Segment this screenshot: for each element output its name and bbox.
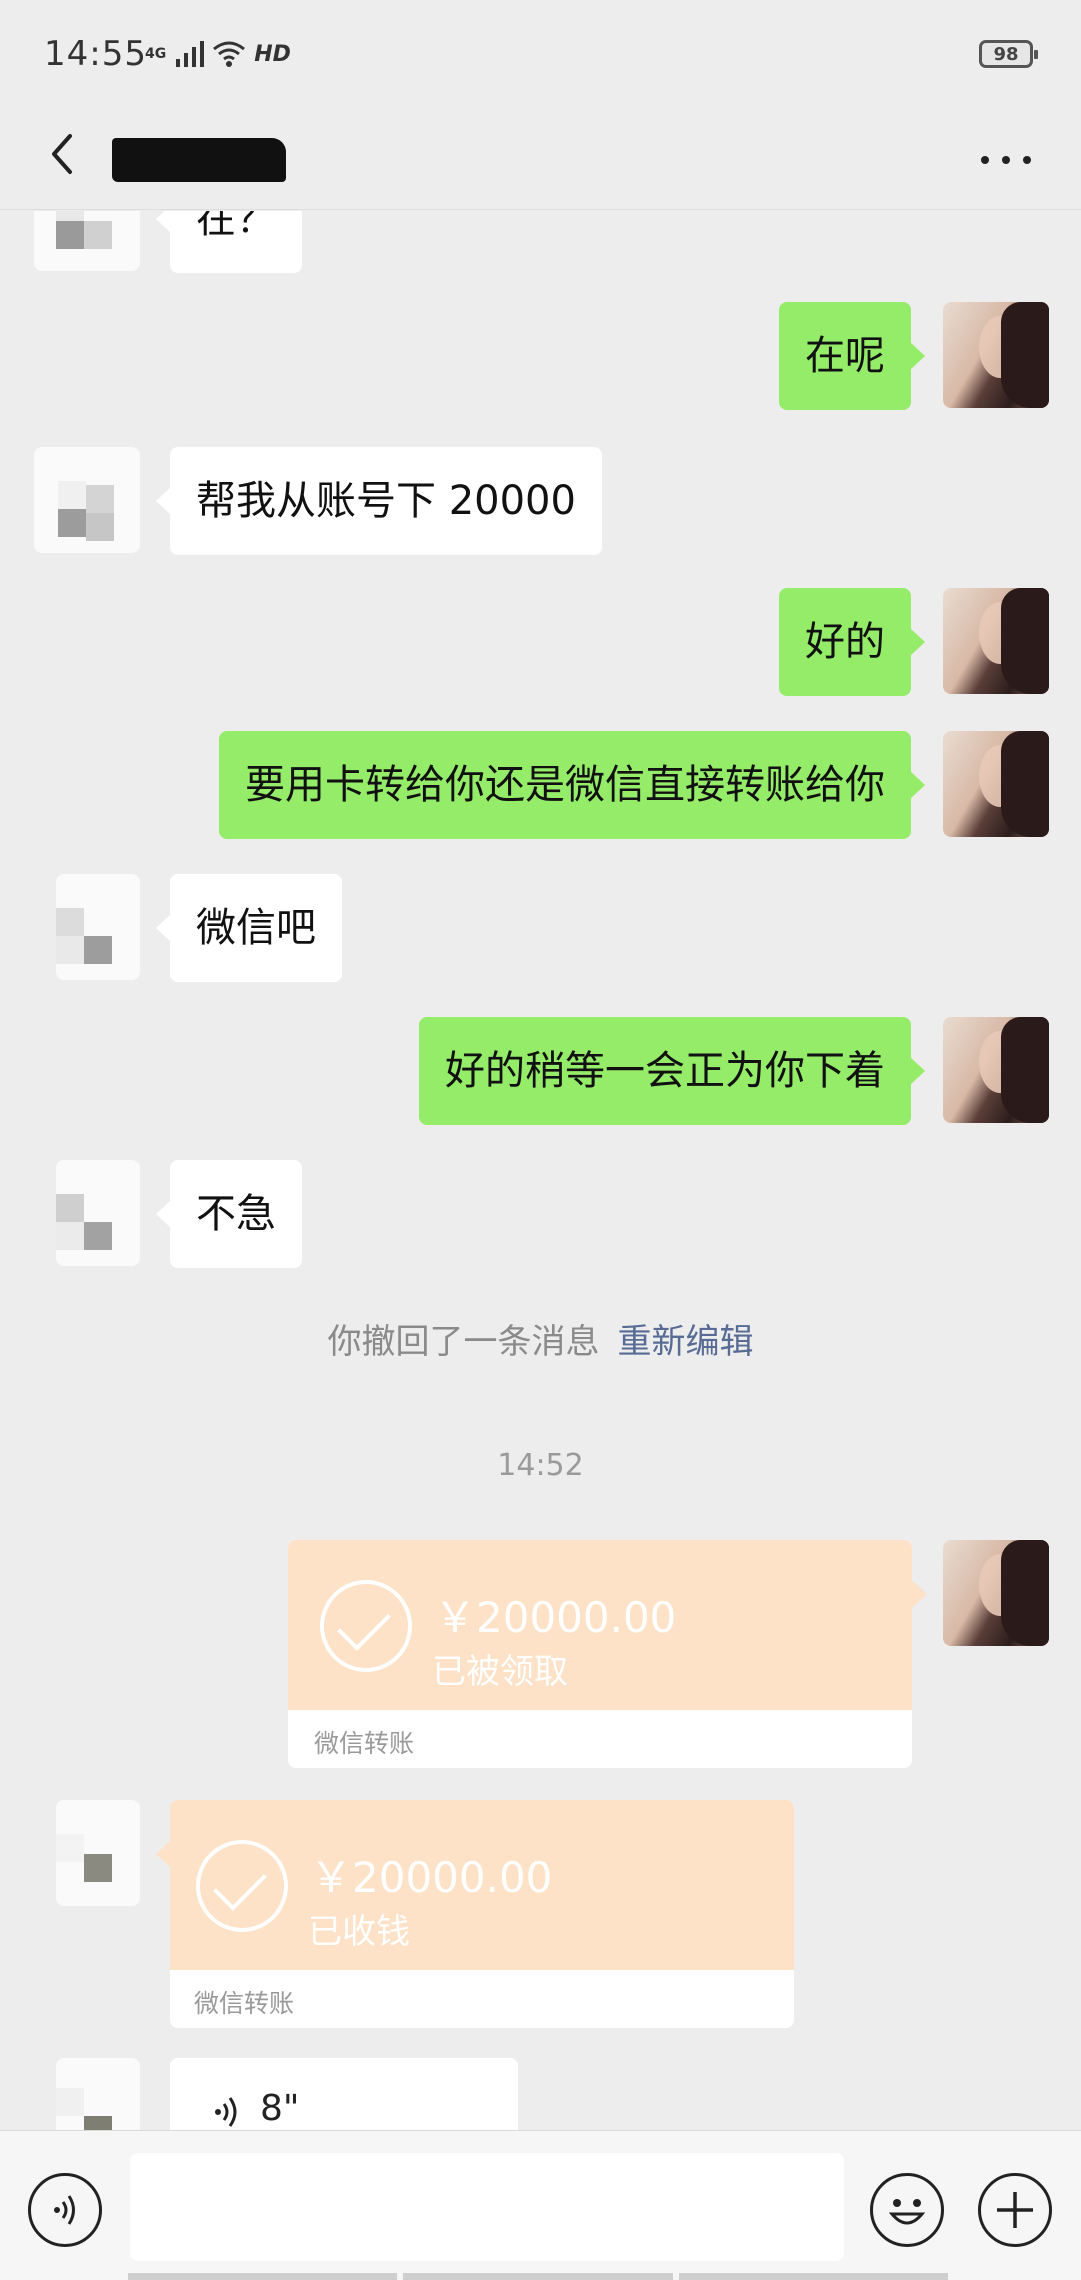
voice-message[interactable]: 8" bbox=[170, 2058, 518, 2131]
hd-icon: HD bbox=[254, 41, 291, 67]
check-circle-icon bbox=[196, 1840, 288, 1932]
voice-duration: 8" bbox=[260, 2088, 300, 2129]
message-bubble[interactable]: 好的稍等一会正为你下着 bbox=[419, 1017, 925, 1125]
voice-wave-icon bbox=[215, 2097, 237, 2127]
check-circle-icon bbox=[320, 1580, 412, 1672]
emoji-icon[interactable] bbox=[870, 2173, 944, 2247]
voice-icon[interactable] bbox=[28, 2173, 102, 2247]
nav-indicator bbox=[128, 2273, 948, 2280]
status-bar: 14:55 4G HD 98 bbox=[0, 0, 1081, 110]
network-type: 4G bbox=[145, 46, 167, 62]
battery-level: 98 bbox=[993, 43, 1019, 65]
status-time: 14:55 bbox=[44, 34, 147, 74]
transfer-amount: ￥20000.00 bbox=[310, 1853, 553, 1902]
chat-screen: 14:55 4G HD 98 yo 在？ 在呢 帮我从账号下 20000 好的 … bbox=[0, 0, 1081, 2280]
avatar[interactable] bbox=[56, 874, 140, 980]
transfer-label: 微信转账 bbox=[194, 1989, 295, 2018]
title-bar: yo bbox=[0, 110, 1081, 210]
message-bubble[interactable]: 不急 bbox=[156, 1160, 302, 1268]
input-bar bbox=[0, 2130, 1081, 2280]
message-input[interactable] bbox=[130, 2153, 844, 2261]
transfer-status: 已被领取 bbox=[432, 1652, 568, 1692]
message-bubble[interactable]: 在？ bbox=[156, 211, 302, 273]
plus-icon[interactable] bbox=[978, 2173, 1052, 2247]
avatar[interactable] bbox=[56, 1160, 140, 1266]
avatar[interactable] bbox=[943, 731, 1049, 837]
avatar[interactable] bbox=[56, 1800, 140, 1906]
recall-notice: 你撤回了一条消息 重新编辑 bbox=[0, 1314, 1081, 1363]
avatar[interactable] bbox=[34, 211, 140, 271]
re-edit-link[interactable]: 重新编辑 bbox=[618, 1322, 754, 1362]
message-bubble[interactable]: 好的 bbox=[779, 588, 925, 696]
avatar[interactable] bbox=[943, 302, 1049, 408]
avatar[interactable] bbox=[56, 2058, 140, 2131]
message-bubble[interactable]: 微信吧 bbox=[156, 874, 342, 982]
transfer-amount: ￥20000.00 bbox=[434, 1593, 677, 1642]
avatar[interactable] bbox=[943, 1540, 1049, 1646]
message-bubble[interactable]: 帮我从账号下 20000 bbox=[156, 447, 602, 555]
transfer-card[interactable]: ￥20000.00 已被领取 微信转账 bbox=[288, 1540, 912, 1768]
more-icon[interactable] bbox=[971, 140, 1041, 180]
message-bubble[interactable]: 在呢 bbox=[779, 302, 925, 410]
battery-icon: 98 bbox=[979, 40, 1038, 68]
avatar[interactable] bbox=[34, 447, 140, 553]
status-icons: 4G HD bbox=[145, 36, 291, 72]
message-list[interactable]: 在？ 在呢 帮我从账号下 20000 好的 要用卡转给你还是微信直接转账给你 微… bbox=[0, 211, 1081, 2131]
chat-title: yo bbox=[112, 138, 286, 182]
avatar[interactable] bbox=[943, 1017, 1049, 1123]
wifi-icon bbox=[213, 41, 246, 67]
recall-text: 你撤回了一条消息 bbox=[327, 1322, 600, 1362]
timestamp: 14:52 bbox=[497, 1448, 584, 1483]
signal-icon bbox=[176, 41, 205, 67]
avatar[interactable] bbox=[943, 588, 1049, 694]
transfer-card[interactable]: ￥20000.00 已收钱 微信转账 bbox=[170, 1800, 794, 2028]
transfer-status: 已收钱 bbox=[308, 1912, 410, 1952]
back-icon[interactable] bbox=[38, 124, 98, 184]
transfer-label: 微信转账 bbox=[314, 1729, 415, 1758]
message-bubble[interactable]: 要用卡转给你还是微信直接转账给你 bbox=[219, 731, 925, 839]
